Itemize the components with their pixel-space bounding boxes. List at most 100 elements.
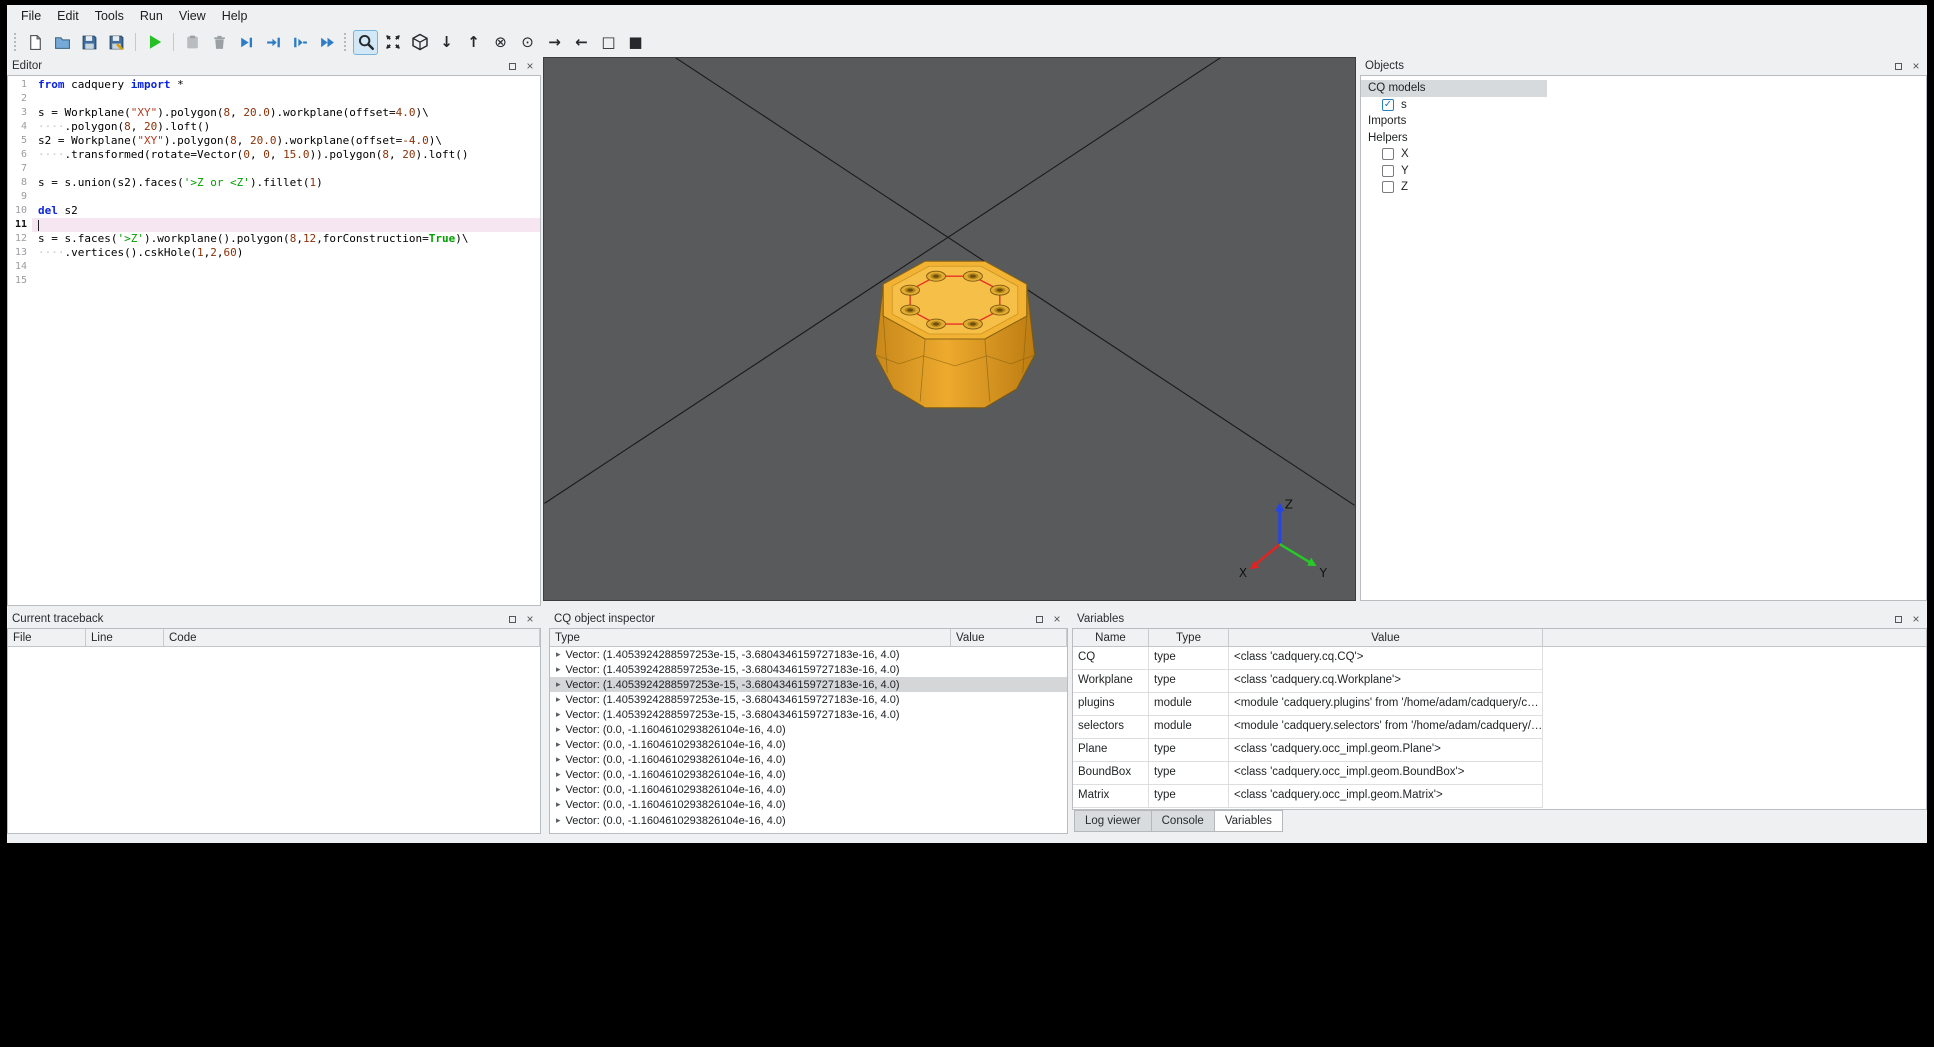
viewport-3d[interactable]: Z X Y (543, 57, 1356, 601)
objects-item-cq-models[interactable]: CQ models (1361, 80, 1547, 97)
menu-edit[interactable]: Edit (49, 5, 87, 27)
expand-arrow-icon[interactable]: ▸ (556, 650, 561, 660)
close-panel-icon[interactable]: × (1909, 59, 1923, 73)
column-header-value[interactable]: Value (951, 629, 1067, 646)
inspector-row[interactable]: ▸ Vector: (0.0, -1.1604610293826104e-16, … (550, 753, 1067, 768)
inspector-row[interactable]: ▸ Vector: (1.4053924288597253e-15, -3.680… (550, 647, 1067, 662)
code-line[interactable]: 9 (8, 190, 540, 204)
column-header-file[interactable]: File (8, 629, 86, 646)
objects-item-s[interactable]: ✓ s (1361, 97, 1926, 114)
expand-arrow-icon[interactable]: ▸ (556, 816, 561, 826)
close-panel-icon[interactable]: × (1050, 612, 1064, 626)
code-line[interactable]: 14 (8, 260, 540, 274)
code-line[interactable]: 7 (8, 162, 540, 176)
variable-row[interactable]: CQ type <class 'cadquery.cq.CQ'> (1073, 647, 1543, 670)
step-into-icon[interactable] (261, 30, 286, 55)
expand-arrow-icon[interactable]: ▸ (556, 680, 561, 690)
inspector-row[interactable]: ▸ Vector: (1.4053924288597253e-15, -3.680… (550, 692, 1067, 707)
column-header-value[interactable]: Value (1229, 629, 1543, 646)
expand-arrow-icon[interactable]: ▸ (556, 695, 561, 705)
checkbox-x[interactable] (1382, 148, 1394, 161)
objects-item-helpers[interactable]: Helpers (1361, 130, 1926, 147)
viewport-canvas[interactable]: Z X Y (544, 58, 1355, 600)
menu-view[interactable]: View (171, 5, 214, 27)
continue-icon[interactable] (315, 30, 340, 55)
inspector-row[interactable]: ▸ Vector: (0.0, -1.1604610293826104e-16, … (550, 722, 1067, 737)
inspector-row[interactable]: ▸ Vector: (0.0, -1.1604610293826104e-16, … (550, 798, 1067, 813)
code-line[interactable]: 4 ····.polygon(8, 20).loft() (8, 120, 540, 134)
save-icon[interactable] (77, 30, 102, 55)
expand-arrow-icon[interactable]: ▸ (556, 665, 561, 675)
variable-row[interactable]: plugins module <module 'cadquery.plugins' … (1073, 693, 1543, 716)
code-line[interactable]: 5 s2 = Workplane("XY").polygon(8, 20.0).w… (8, 134, 540, 148)
float-panel-icon[interactable] (1891, 612, 1905, 626)
tab-variables[interactable]: Variables (1213, 810, 1283, 832)
new-file-icon[interactable] (23, 30, 48, 55)
cad-model[interactable] (874, 260, 1036, 409)
column-header-name[interactable]: Name (1073, 629, 1149, 646)
float-panel-icon[interactable] (1032, 612, 1046, 626)
close-panel-icon[interactable]: × (523, 612, 537, 626)
save-as-icon[interactable] (104, 30, 129, 55)
inspector-row[interactable]: ▸ Vector: (0.0, -1.1604610293826104e-16, … (550, 783, 1067, 798)
variable-row[interactable]: Workplane type <class 'cadquery.cq.Workpla… (1073, 670, 1543, 693)
objects-item-imports[interactable]: Imports (1361, 113, 1926, 130)
variable-row[interactable]: Plane type <class 'cadquery.occ_impl.geom.… (1073, 739, 1543, 762)
code-line[interactable]: 6 ····.transformed(rotate=Vector(0, 0, 15… (8, 148, 540, 162)
objects-item-x[interactable]: X (1361, 146, 1926, 163)
float-panel-icon[interactable] (505, 612, 519, 626)
variable-row[interactable]: selectors module <module 'cadquery.selecto… (1073, 716, 1543, 739)
inspector-row[interactable]: ▸ Vector: (0.0, -1.1604610293826104e-16, … (550, 768, 1067, 783)
code-line[interactable]: 8 s = s.union(s2).faces('>Z or <Z').fille… (8, 176, 540, 190)
front-view-icon[interactable]: ⊗ (488, 30, 513, 55)
variable-row[interactable]: BoundBox type <class 'cadquery.occ_impl.ge… (1073, 762, 1543, 785)
checkbox-s[interactable]: ✓ (1382, 98, 1394, 111)
checkbox-y[interactable] (1382, 164, 1394, 177)
code-line[interactable]: 12 s = s.faces('>Z').workplane().polygon(… (8, 232, 540, 246)
code-line[interactable]: 2 (8, 92, 540, 106)
left-view-icon[interactable]: → (542, 30, 567, 55)
variable-row[interactable]: Matrix type <class 'cadquery.occ_impl.geom… (1073, 785, 1543, 808)
expand-arrow-icon[interactable]: ▸ (556, 755, 561, 765)
expand-arrow-icon[interactable]: ▸ (556, 770, 561, 780)
code-line[interactable]: 3 s = Workplane("XY").polygon(8, 20.0).wo… (8, 106, 540, 120)
inspector-row[interactable]: ▸ Vector: (1.4053924288597253e-15, -3.680… (550, 662, 1067, 677)
iso-view-icon[interactable] (407, 30, 432, 55)
expand-arrow-icon[interactable]: ▸ (556, 785, 561, 795)
expand-arrow-icon[interactable]: ▸ (556, 725, 561, 735)
objects-item-z[interactable]: Z (1361, 179, 1926, 196)
column-header-type[interactable]: Type (550, 629, 951, 646)
wireframe-icon[interactable]: □ (596, 30, 621, 55)
debug-icon[interactable] (180, 30, 205, 55)
checkbox-z[interactable] (1382, 181, 1394, 194)
code-line[interactable]: 1 from cadquery import * (8, 78, 540, 92)
bottom-view-icon[interactable]: ↑ (461, 30, 486, 55)
tab-console[interactable]: Console (1150, 810, 1215, 832)
back-view-icon[interactable]: ⊙ (515, 30, 540, 55)
step-over-icon[interactable] (234, 30, 259, 55)
open-file-icon[interactable] (50, 30, 75, 55)
expand-arrow-icon[interactable]: ▸ (556, 710, 561, 720)
float-panel-icon[interactable] (505, 59, 519, 73)
delete-icon[interactable] (207, 30, 232, 55)
menu-help[interactable]: Help (214, 5, 256, 27)
menu-file[interactable]: File (13, 5, 49, 27)
objects-item-y[interactable]: Y (1361, 163, 1926, 180)
code-editor[interactable]: 1 from cadquery import * 2 3 s = Workplane("… (7, 75, 541, 606)
close-panel-icon[interactable]: × (1909, 612, 1923, 626)
shaded-icon[interactable]: ■ (623, 30, 648, 55)
code-line[interactable]: 11 (8, 218, 540, 232)
inspector-row[interactable]: ▸ Vector: (1.4053924288597253e-15, -3.680… (550, 707, 1067, 722)
column-header-code[interactable]: Code (164, 629, 540, 646)
menu-tools[interactable]: Tools (87, 5, 132, 27)
column-header-line[interactable]: Line (86, 629, 164, 646)
fit-icon[interactable] (353, 29, 378, 55)
expand-arrow-icon[interactable]: ▸ (556, 740, 561, 750)
expand-arrow-icon[interactable]: ▸ (556, 800, 561, 810)
code-line[interactable]: 15 (8, 274, 540, 288)
close-panel-icon[interactable]: × (523, 59, 537, 73)
code-line[interactable]: 13 ····.vertices().cskHole(1,2,60) (8, 246, 540, 260)
fit-all-icon[interactable] (380, 30, 405, 55)
right-view-icon[interactable]: ← (569, 30, 594, 55)
tab-log-viewer[interactable]: Log viewer (1074, 810, 1152, 832)
